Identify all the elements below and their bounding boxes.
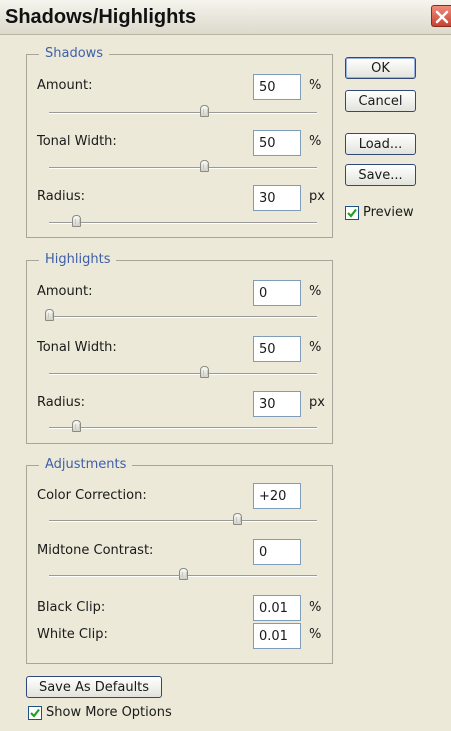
shadows-radius-slider-thumb[interactable] (71, 215, 81, 227)
highlights-amount-unit: % (309, 284, 322, 299)
load-button[interactable]: Load... (345, 133, 416, 155)
shadows-tonal-width-field[interactable] (253, 130, 301, 156)
adjustments-group: Adjustments Color Correction: Midtone Co… (26, 457, 333, 664)
show-more-options-label: Show More Options (46, 705, 172, 720)
shadows-radius-slider[interactable] (49, 215, 317, 227)
save-button[interactable]: Save... (345, 164, 416, 186)
white-clip-label: White Clip: (37, 627, 108, 642)
preview-label: Preview (363, 205, 414, 220)
highlights-amount-field[interactable] (253, 280, 301, 306)
highlights-amount-slider-thumb[interactable] (45, 309, 54, 321)
highlights-tonal-width-slider-thumb[interactable] (200, 366, 210, 378)
shadows-tonal-width-unit: % (309, 134, 322, 149)
highlights-radius-unit: px (309, 395, 325, 410)
highlights-tonal-width-unit: % (309, 340, 322, 355)
show-more-options[interactable]: Show More Options (28, 705, 172, 720)
black-clip-label: Black Clip: (37, 600, 106, 615)
shadows-tonal-width-label: Tonal Width: (37, 134, 117, 149)
ok-button[interactable]: OK (345, 57, 416, 79)
highlights-amount-slider[interactable] (45, 309, 317, 321)
shadows-tonal-width-slider[interactable] (49, 160, 317, 172)
checkmark-icon (347, 208, 357, 218)
black-clip-field[interactable] (253, 595, 301, 621)
save-as-defaults-button[interactable]: Save As Defaults (26, 676, 162, 698)
shadows-radius-unit: px (309, 189, 325, 204)
highlights-radius-slider[interactable] (49, 420, 317, 432)
highlights-group: Highlights Amount: % Tonal Width: % Radi… (26, 252, 333, 444)
white-clip-field[interactable] (253, 623, 301, 649)
close-icon (435, 10, 449, 24)
shadows-amount-field[interactable] (253, 74, 301, 100)
highlights-tonal-width-field[interactable] (253, 336, 301, 362)
cancel-button[interactable]: Cancel (345, 90, 416, 112)
shadows-amount-label: Amount: (37, 78, 93, 93)
shadows-legend: Shadows (39, 46, 110, 61)
midtone-contrast-field[interactable] (253, 539, 301, 565)
show-more-options-checkbox[interactable] (28, 705, 42, 720)
color-correction-slider[interactable] (49, 513, 317, 525)
highlights-tonal-width-slider[interactable] (49, 366, 317, 378)
title-bar: Shadows/Highlights (0, 0, 451, 35)
color-correction-field[interactable] (253, 483, 301, 509)
highlights-legend: Highlights (39, 252, 117, 267)
color-correction-label: Color Correction: (37, 488, 147, 503)
preview-option[interactable]: Preview (345, 205, 414, 220)
close-button[interactable] (431, 5, 451, 27)
highlights-amount-label: Amount: (37, 284, 93, 299)
shadows-tonal-width-slider-thumb[interactable] (200, 160, 210, 172)
color-correction-slider-thumb[interactable] (232, 513, 242, 525)
window-title: Shadows/Highlights (5, 6, 197, 28)
shadows-amount-slider-thumb[interactable] (200, 105, 210, 117)
checkmark-icon (30, 708, 40, 718)
shadows-amount-slider[interactable] (49, 105, 317, 117)
shadows-group: Shadows Amount: % Tonal Width: % Radius:… (26, 46, 333, 238)
shadows-radius-label: Radius: (37, 189, 85, 204)
highlights-radius-field[interactable] (253, 391, 301, 417)
shadows-amount-unit: % (309, 78, 322, 93)
white-clip-unit: % (309, 627, 322, 642)
preview-checkbox[interactable] (345, 205, 359, 220)
adjustments-legend: Adjustments (39, 457, 133, 472)
midtone-contrast-label: Midtone Contrast: (37, 543, 154, 558)
shadows-radius-field[interactable] (253, 185, 301, 211)
midtone-contrast-slider[interactable] (49, 568, 317, 580)
highlights-radius-slider-thumb[interactable] (71, 420, 81, 432)
black-clip-unit: % (309, 600, 322, 615)
highlights-tonal-width-label: Tonal Width: (37, 340, 117, 355)
midtone-contrast-slider-thumb[interactable] (179, 568, 188, 580)
highlights-radius-label: Radius: (37, 395, 85, 410)
